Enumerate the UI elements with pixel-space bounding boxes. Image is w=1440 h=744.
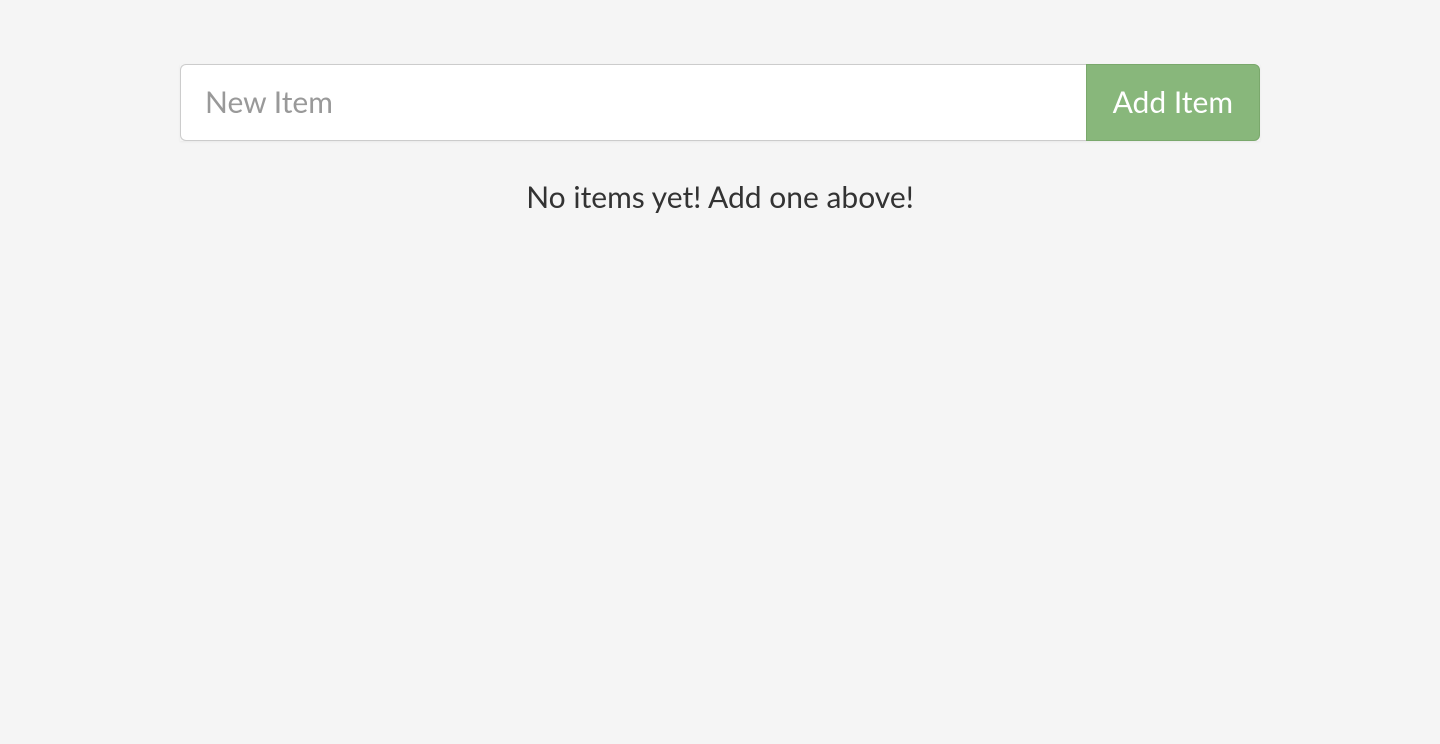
- new-item-input[interactable]: [180, 64, 1086, 141]
- add-item-form: Add Item: [180, 64, 1260, 141]
- add-item-button[interactable]: Add Item: [1086, 64, 1260, 141]
- empty-state-message: No items yet! Add one above!: [180, 179, 1260, 215]
- main-container: Add Item No items yet! Add one above!: [180, 0, 1260, 215]
